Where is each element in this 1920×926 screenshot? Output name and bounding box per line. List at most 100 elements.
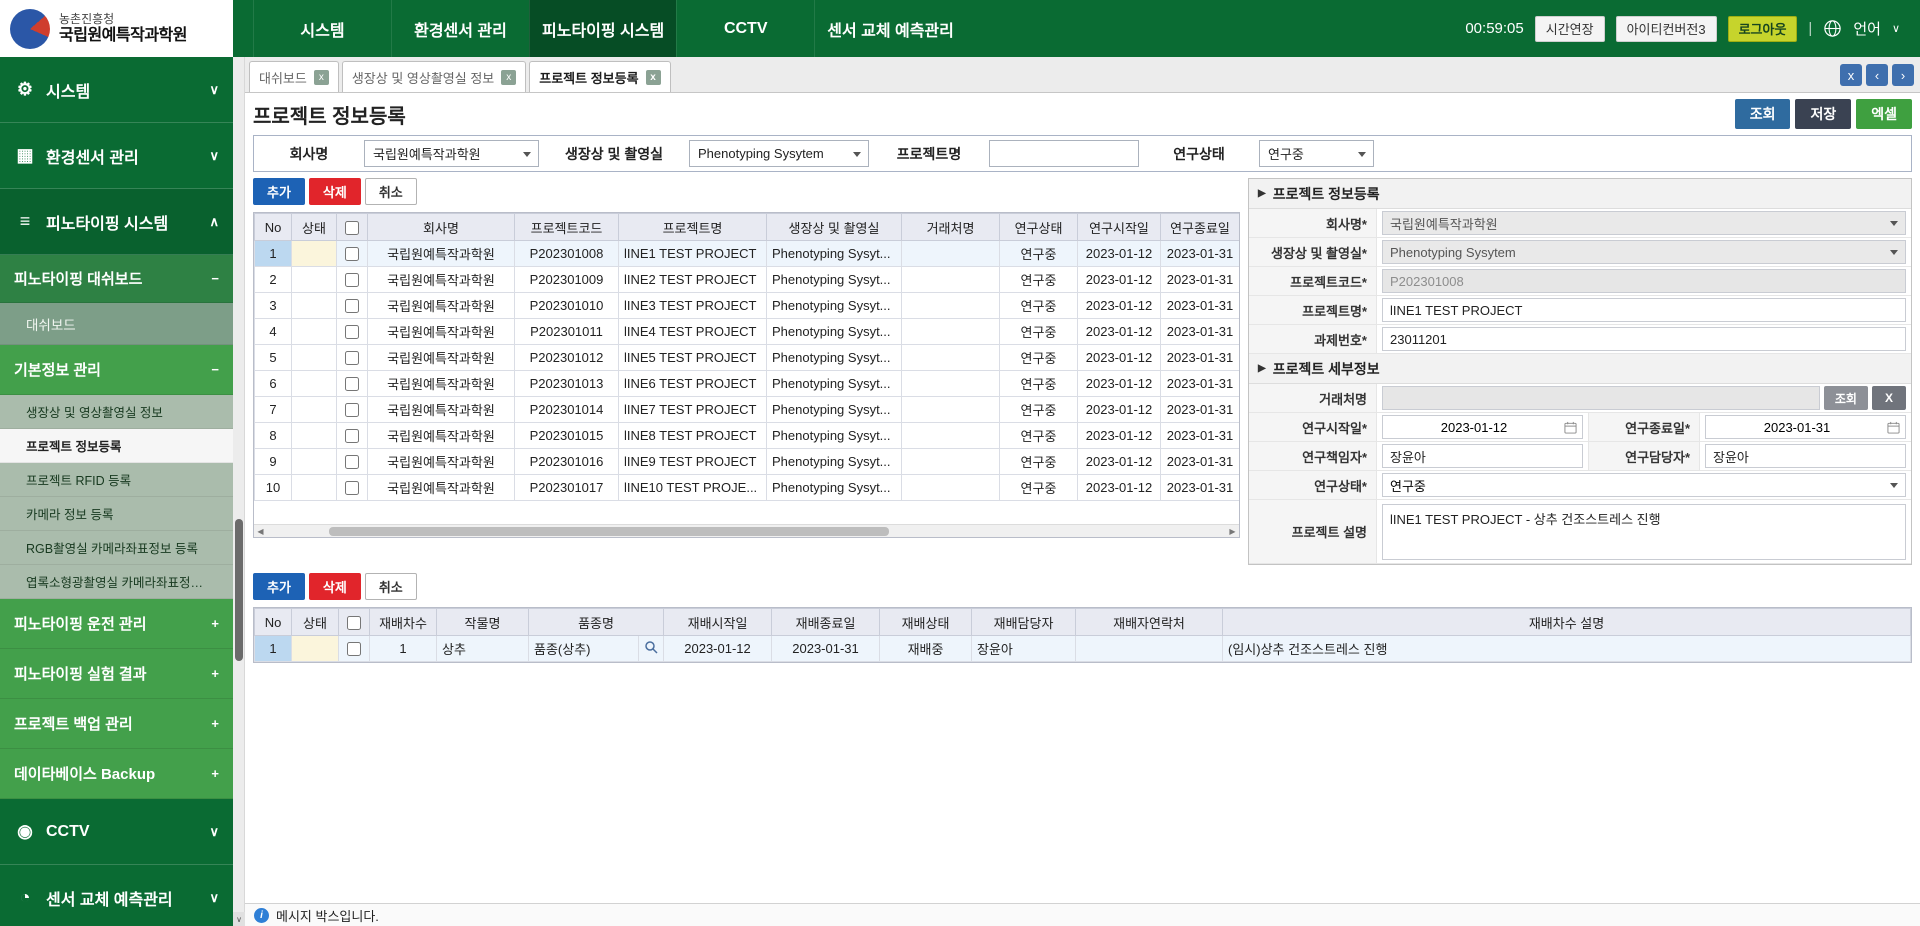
cell-cb[interactable] <box>337 241 368 267</box>
row-checkbox[interactable] <box>345 455 359 469</box>
task-number-input[interactable] <box>1382 327 1906 351</box>
project-name-filter-input[interactable] <box>989 140 1139 167</box>
chevron-down-icon[interactable]: ∨ <box>1892 22 1900 35</box>
sidebar-item[interactable]: ◉CCTV∨ <box>0 799 233 865</box>
cell-cb[interactable] <box>337 449 368 475</box>
company-select[interactable]: 국립원예특작과학원 <box>1382 211 1906 235</box>
select-all-header[interactable] <box>337 214 368 241</box>
table-row[interactable]: 3국립원예특작과학원P202301010lINE3 TEST PROJECTPh… <box>255 293 1240 319</box>
sidebar-item[interactable]: 기본정보 관리− <box>0 345 233 395</box>
sidebar-item[interactable]: 대쉬보드 <box>0 303 233 345</box>
research-status-select[interactable]: 연구중 <box>1382 473 1906 497</box>
search-icon[interactable] <box>644 640 658 654</box>
project-desc-textarea[interactable]: lINE1 TEST PROJECT - 상추 건조스트레스 진행 <box>1382 504 1906 560</box>
select-all-header[interactable] <box>339 609 370 636</box>
project-name-input[interactable] <box>1382 298 1906 322</box>
cell-cb[interactable] <box>337 345 368 371</box>
add-button[interactable]: 추가 <box>253 573 305 600</box>
add-button[interactable]: 추가 <box>253 178 305 205</box>
calendar-icon[interactable] <box>1887 421 1900 434</box>
cell-cb[interactable] <box>337 371 368 397</box>
sidebar-item[interactable]: 피노타이핑 실험 결과+ <box>0 649 233 699</box>
cell-cb[interactable] <box>339 636 370 662</box>
sidebar-item[interactable]: ◔센서 교체 예측관리∨ <box>0 865 233 926</box>
table-row[interactable]: 8국립원예특작과학원P202301015lINE8 TEST PROJECTPh… <box>255 423 1240 449</box>
select-all-checkbox[interactable] <box>347 616 361 630</box>
row-checkbox[interactable] <box>345 273 359 287</box>
sidebar-item[interactable]: RGB촬영실 카메라좌표정보 등록 <box>0 531 233 565</box>
excel-button[interactable]: 엑셀 <box>1856 99 1912 129</box>
topnav-item[interactable]: 피노타이핑 시스템 <box>529 0 676 57</box>
topnav-item[interactable]: 시스템 <box>253 0 391 57</box>
cell-cb[interactable] <box>337 397 368 423</box>
variety-search-cell[interactable] <box>639 636 664 662</box>
sidebar-item[interactable]: 엽록소형광촬영실 카메라좌표정보 등록 <box>0 565 233 599</box>
delete-button[interactable]: 삭제 <box>309 573 361 600</box>
calendar-icon[interactable] <box>1564 421 1577 434</box>
row-checkbox[interactable] <box>345 429 359 443</box>
row-checkbox[interactable] <box>345 351 359 365</box>
sidebar-item[interactable]: ▦환경센서 관리∨ <box>0 123 233 189</box>
sidebar-item[interactable]: 생장상 및 영상촬영실 정보 <box>0 395 233 429</box>
end-date-input[interactable]: 2023-01-31 <box>1705 415 1906 439</box>
row-checkbox[interactable] <box>345 299 359 313</box>
sidebar-item[interactable]: ⚙시스템∨ <box>0 57 233 123</box>
client-clear-button[interactable]: X <box>1872 386 1906 410</box>
company-filter-select[interactable]: 국립원예특작과학원 <box>364 140 539 167</box>
sidebar-item[interactable]: 프로젝트 RFID 등록 <box>0 463 233 497</box>
content-vertical-scrollbar[interactable]: ∨ <box>233 57 245 926</box>
sidebar-item[interactable]: 프로젝트 백업 관리+ <box>0 699 233 749</box>
delete-button[interactable]: 삭제 <box>309 178 361 205</box>
scroll-right-arrow[interactable]: ▶ <box>1226 525 1239 538</box>
row-checkbox[interactable] <box>345 247 359 261</box>
it-converge-button[interactable]: 아이티컨버전3 <box>1616 16 1717 42</box>
sidebar-item[interactable]: 프로젝트 정보등록 <box>0 429 233 463</box>
table-row[interactable]: 7국립원예특작과학원P202301014lINE7 TEST PROJECTPh… <box>255 397 1240 423</box>
tab[interactable]: 대쉬보드x <box>249 61 339 92</box>
scroll-left-arrow[interactable]: ◀ <box>254 525 267 538</box>
sidebar-item[interactable]: ≡피노타이핑 시스템∧ <box>0 189 233 255</box>
topnav-item[interactable]: 센서 교체 예측관리 <box>814 0 966 57</box>
scrollbar-down-arrow[interactable]: ∨ <box>233 912 245 926</box>
row-checkbox[interactable] <box>345 481 359 495</box>
next-tab-button[interactable]: › <box>1892 64 1914 86</box>
table-row[interactable]: 11상추품종(상추)2023-01-122023-01-31재배중장윤아(임시)… <box>255 636 1911 662</box>
table-row[interactable]: 6국립원예특작과학원P202301013lINE6 TEST PROJECTPh… <box>255 371 1240 397</box>
scrollbar-thumb[interactable] <box>235 519 243 661</box>
chamber-select[interactable]: Phenotyping Sysytem <box>1382 240 1906 264</box>
table-row[interactable]: 4국립원예특작과학원P202301011lINE4 TEST PROJECTPh… <box>255 319 1240 345</box>
logout-button[interactable]: 로그아웃 <box>1728 16 1798 42</box>
extend-time-button[interactable]: 시간연장 <box>1535 16 1605 42</box>
sidebar-item[interactable]: 카메라 정보 등록 <box>0 497 233 531</box>
row-checkbox[interactable] <box>345 377 359 391</box>
cell-cb[interactable] <box>337 475 368 501</box>
tab-close-icon[interactable]: x <box>314 70 329 85</box>
cancel-button[interactable]: 취소 <box>365 573 417 600</box>
manager-researcher-input[interactable] <box>1705 444 1906 468</box>
cancel-button[interactable]: 취소 <box>365 178 417 205</box>
select-all-checkbox[interactable] <box>345 221 359 235</box>
table-row[interactable]: 1국립원예특작과학원P202301008lINE1 TEST PROJECTPh… <box>255 241 1240 267</box>
tab-close-icon[interactable]: x <box>501 70 516 85</box>
table-row[interactable]: 2국립원예특작과학원P202301009lINE2 TEST PROJECTPh… <box>255 267 1240 293</box>
row-checkbox[interactable] <box>345 325 359 339</box>
scrollbar-thumb[interactable] <box>329 527 889 536</box>
search-button[interactable]: 조회 <box>1735 99 1791 129</box>
cell-cb[interactable] <box>337 423 368 449</box>
cell-cb[interactable] <box>337 267 368 293</box>
tab[interactable]: 생장상 및 영상촬영실 정보x <box>342 61 526 92</box>
sidebar-item[interactable]: 피노타이핑 운전 관리+ <box>0 599 233 649</box>
save-button[interactable]: 저장 <box>1795 99 1851 129</box>
row-checkbox[interactable] <box>347 642 361 656</box>
lead-researcher-input[interactable] <box>1382 444 1583 468</box>
topnav-item[interactable]: CCTV <box>676 0 814 57</box>
topnav-item[interactable]: 환경센서 관리 <box>391 0 529 57</box>
table-row[interactable]: 9국립원예특작과학원P202301016lINE9 TEST PROJECTPh… <box>255 449 1240 475</box>
client-search-button[interactable]: 조회 <box>1824 386 1868 410</box>
close-all-tabs-button[interactable]: x <box>1840 64 1862 86</box>
tab[interactable]: 프로젝트 정보등록x <box>529 61 670 92</box>
sidebar-item[interactable]: 피노타이핑 대쉬보드− <box>0 255 233 303</box>
prev-tab-button[interactable]: ‹ <box>1866 64 1888 86</box>
table-row[interactable]: 5국립원예특작과학원P202301012lINE5 TEST PROJECTPh… <box>255 345 1240 371</box>
start-date-input[interactable]: 2023-01-12 <box>1382 415 1583 439</box>
